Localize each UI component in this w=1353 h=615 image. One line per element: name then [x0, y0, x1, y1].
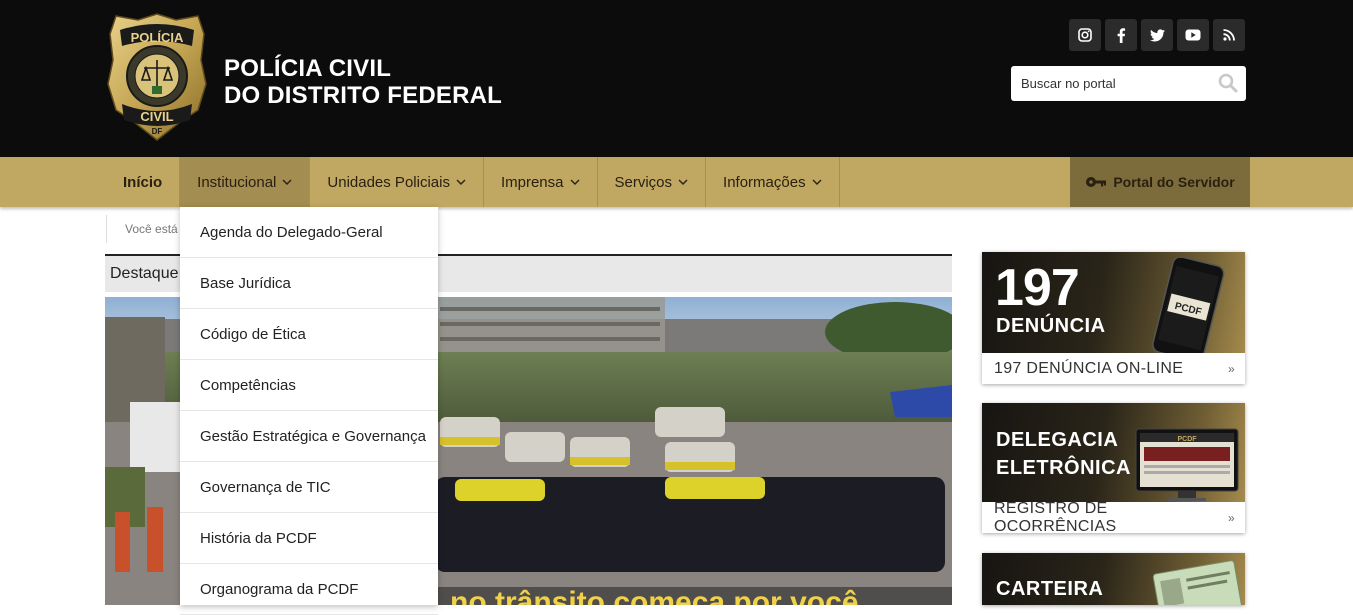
menu-item-gestao-estrategica[interactable]: Gestão Estratégica e Governança — [180, 411, 438, 462]
logo-region-text: DF — [152, 127, 163, 136]
smartphone-icon: PCDF — [1152, 258, 1225, 353]
chevron-down-icon — [282, 176, 292, 188]
social-links — [1069, 19, 1245, 51]
menu-item-competencias[interactable]: Competências — [180, 360, 438, 411]
denuncia-banner: 197 DENÚNCIA PCDF — [982, 252, 1245, 353]
nav-unidades-policiais[interactable]: Unidades Policiais — [310, 157, 484, 207]
search-icon[interactable] — [1218, 73, 1238, 93]
menu-item-organograma[interactable]: Organograma da PCDF — [180, 564, 438, 615]
nav-inicio[interactable]: Início — [106, 157, 181, 207]
delegacia-title-line2: ELETRÔNICA — [996, 457, 1131, 479]
double-chevron-right-icon: » — [1228, 361, 1235, 376]
chevron-down-icon — [456, 176, 466, 188]
main-navbar: Início Institucional Unidades Policiais … — [0, 157, 1353, 207]
id-card-icon — [1152, 560, 1242, 605]
logo-top-text: POLÍCIA — [131, 30, 184, 45]
instagram-icon[interactable] — [1069, 19, 1101, 51]
portal-servidor-label: Portal do Servidor — [1113, 174, 1235, 190]
double-chevron-right-icon: » — [1228, 510, 1235, 525]
menu-item-governanca-tic[interactable]: Governança de TIC — [180, 462, 438, 513]
monitor-screen-text: PCDF — [1177, 436, 1197, 443]
monitor-icon: PCDF — [1135, 428, 1239, 501]
carteira-title: CARTEIRA — [996, 578, 1104, 600]
site-title[interactable]: POLÍCIA CIVIL DO DISTRITO FEDERAL — [224, 55, 502, 109]
hero-overlay-text: no trânsito começa por você — [450, 586, 858, 605]
delegacia-caption-text: REGISTRO DE OCORRÊNCIAS — [994, 499, 1117, 535]
nav-unidades-label: Unidades Policiais — [327, 173, 450, 191]
search-box — [1011, 66, 1246, 101]
menu-item-base-juridica[interactable]: Base Jurídica — [180, 258, 438, 309]
chevron-down-icon — [570, 176, 580, 188]
denuncia-title: DENÚNCIA — [996, 315, 1106, 337]
logo-bottom-text: CIVIL — [140, 109, 173, 124]
nav-imprensa[interactable]: Imprensa — [484, 157, 598, 207]
nav-institucional[interactable]: Institucional — [180, 157, 311, 207]
denuncia-caption-text: 197 DENÚNCIA ON-LINE — [994, 359, 1184, 377]
nav-servicos-label: Serviços — [614, 173, 673, 191]
breadcrumb-text: Você está — [125, 222, 178, 236]
nav-institucional-label: Institucional — [197, 173, 277, 191]
twitter-icon[interactable] — [1141, 19, 1173, 51]
site-title-line2: DO DISTRITO FEDERAL — [224, 82, 503, 109]
facebook-icon[interactable] — [1105, 19, 1137, 51]
nav-informacoes[interactable]: Informações — [706, 157, 840, 207]
portal-servidor-button[interactable]: Portal do Servidor — [1070, 157, 1250, 207]
key-icon — [1086, 177, 1107, 187]
pcdf-badge-logo[interactable]: POLÍCIA CIVIL DF — [106, 12, 208, 142]
institucional-dropdown: Agenda do Delegado-Geral Base Jurídica C… — [180, 207, 438, 615]
rss-icon[interactable] — [1213, 19, 1245, 51]
chevron-down-icon — [678, 176, 688, 188]
site-header: POLÍCIA CIVIL DF POLÍCIA CIVIL DO DISTRI… — [0, 0, 1353, 157]
card-delegacia-eletronica[interactable]: DELEGACIA ELETRÔNICA PCDF REGISTRO DE OC… — [982, 403, 1245, 535]
carteira-banner: CARTEIRA — [982, 553, 1245, 605]
menu-item-codigo-etica[interactable]: Código de Ética — [180, 309, 438, 360]
site-title-line1: POLÍCIA CIVIL — [224, 55, 392, 82]
nav-imprensa-label: Imprensa — [500, 173, 564, 191]
search-input[interactable] — [1021, 68, 1216, 99]
denuncia-number: 197 — [995, 259, 1080, 317]
main-nav: Início Institucional Unidades Policiais … — [106, 157, 840, 207]
chevron-down-icon — [812, 176, 822, 188]
nav-inicio-label: Início — [123, 173, 163, 191]
breadcrumb: Você está — [106, 215, 178, 243]
delegacia-title-line1: DELEGACIA — [996, 429, 1119, 451]
delegacia-banner: DELEGACIA ELETRÔNICA PCDF — [982, 403, 1245, 502]
card-carteira[interactable]: CARTEIRA — [982, 553, 1245, 605]
menu-item-agenda[interactable]: Agenda do Delegado-Geral — [180, 207, 438, 258]
card-197-denuncia[interactable]: 197 DENÚNCIA PCDF 197 DENÚNCIA ON-LINE » — [982, 252, 1245, 384]
destaque-label: Destaque — [110, 265, 179, 282]
delegacia-caption: REGISTRO DE OCORRÊNCIAS » — [982, 499, 1245, 535]
menu-item-historia[interactable]: História da PCDF — [180, 513, 438, 564]
nav-informacoes-label: Informações — [723, 173, 806, 191]
nav-servicos[interactable]: Serviços — [598, 157, 707, 207]
youtube-icon[interactable] — [1177, 19, 1209, 51]
denuncia-caption: 197 DENÚNCIA ON-LINE » — [982, 353, 1245, 384]
